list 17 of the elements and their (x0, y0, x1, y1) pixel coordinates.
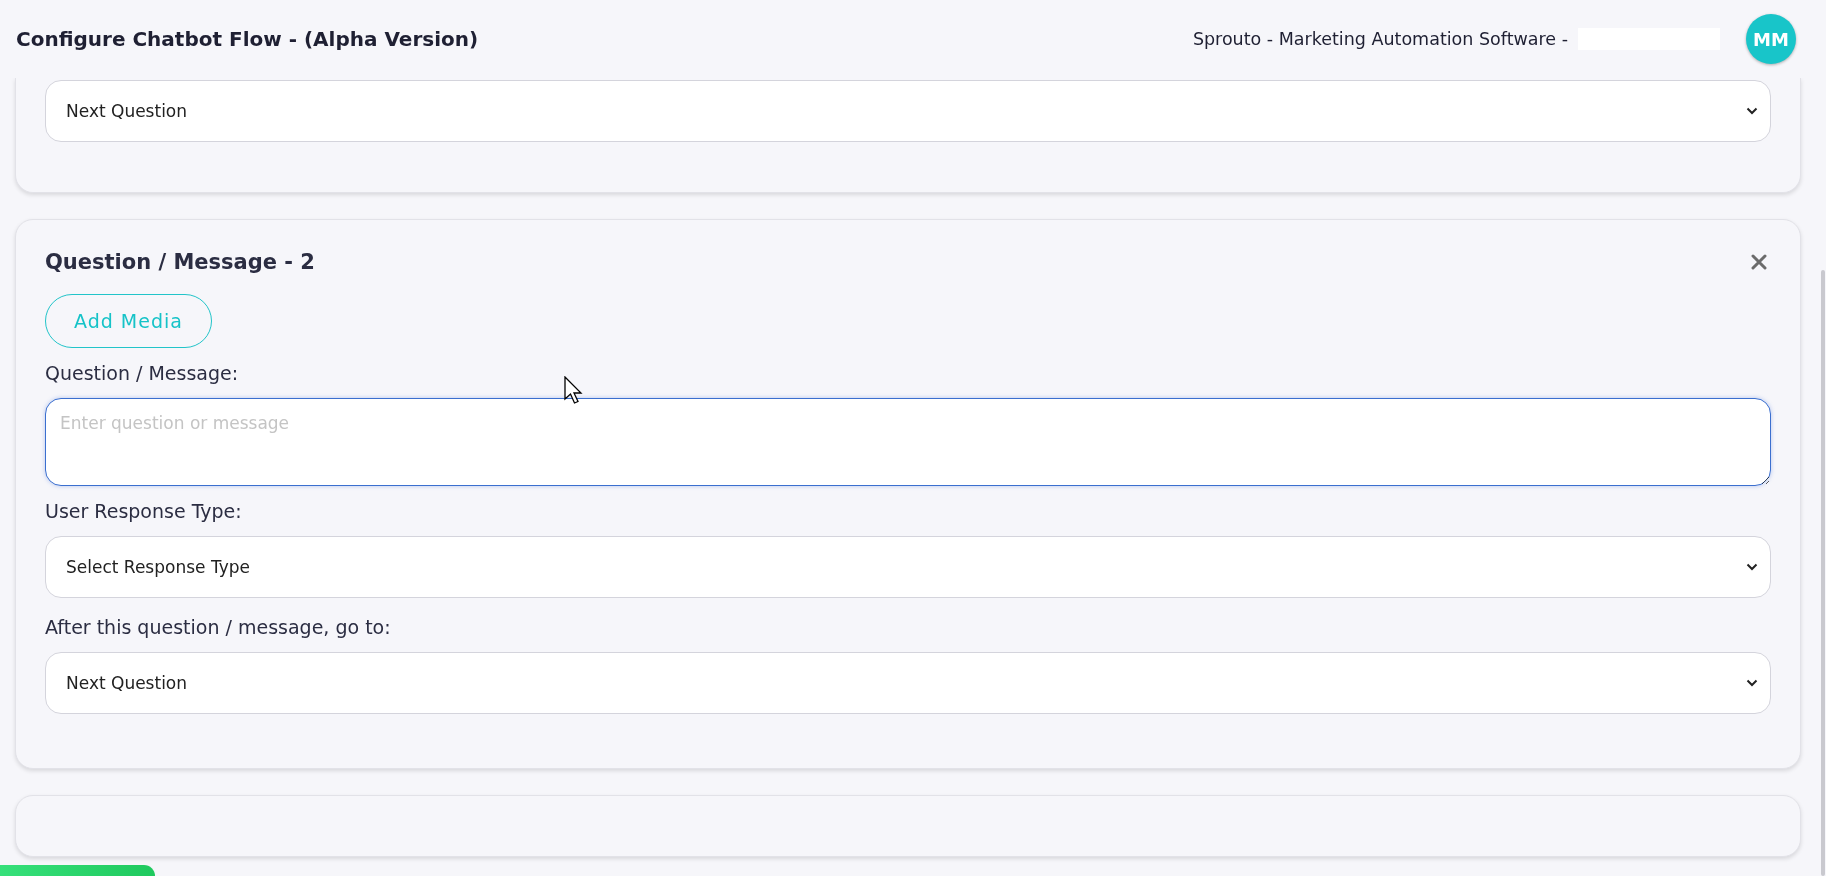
field-label: After this question / message, go to: (45, 616, 392, 638)
message-input[interactable]: Enter question or message (45, 398, 1771, 486)
mouse-pointer-icon (564, 376, 584, 406)
floating-button[interactable] (0, 865, 155, 876)
field-label: Question / Message: (45, 362, 240, 384)
page-title: Configure Chatbot Flow - (Alpha Version) (16, 27, 479, 51)
field-label: User Response Type: (45, 500, 243, 522)
dropdown[interactable]: Next Question (45, 652, 1771, 714)
chevron-down-icon (1746, 679, 1758, 687)
dropdown[interactable]: Next Question (45, 80, 1771, 142)
card-title: Question / Message - 2 (45, 250, 315, 274)
chevron-down-icon (1746, 107, 1758, 115)
dropdown[interactable]: Select Response Type (45, 536, 1771, 598)
scrollbar[interactable] (1821, 270, 1825, 876)
chevron-down-icon (1746, 563, 1758, 571)
close-icon[interactable] (1751, 254, 1767, 270)
app-name: Sprouto - Marketing Automation Software - (1192, 29, 1568, 49)
